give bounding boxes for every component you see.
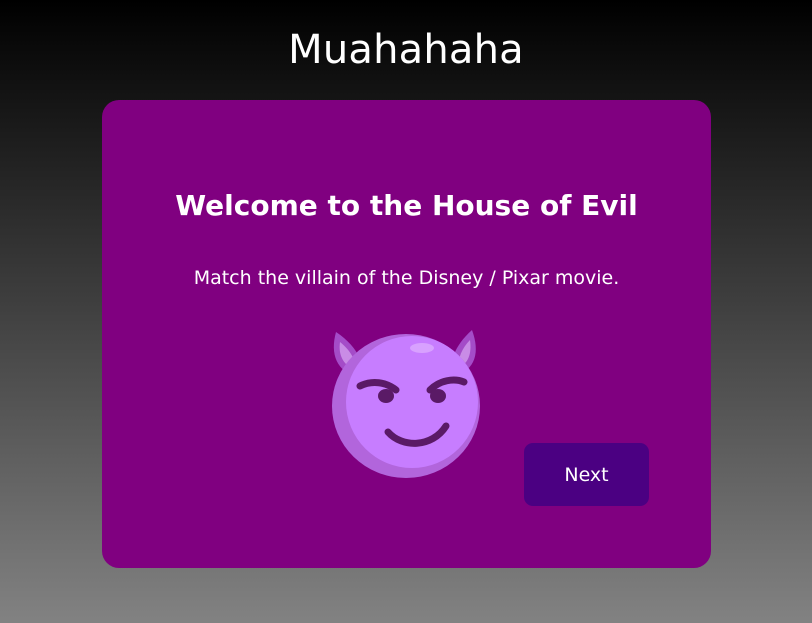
smiling-devil-icon	[332, 330, 480, 478]
page-title: Muahahaha	[288, 27, 524, 73]
card-instructions: Match the villain of the Disney / Pixar …	[193, 267, 620, 289]
card-heading: Welcome to the House of Evil	[175, 189, 638, 222]
next-button[interactable]: Next	[524, 443, 649, 506]
welcome-card: Welcome to the House of Evil Match the v…	[102, 100, 711, 568]
